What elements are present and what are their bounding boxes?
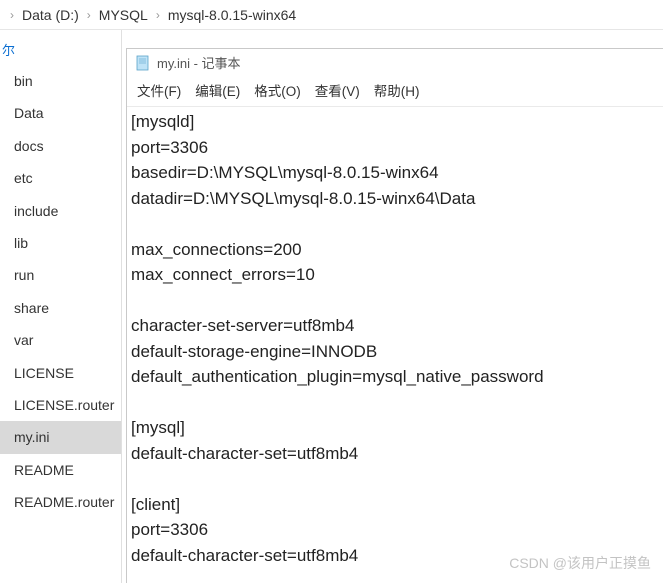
- notepad-icon: [135, 55, 151, 71]
- file-list-sidebar: 尔 binDatadocsetcincludelibrunsharevarLIC…: [0, 30, 122, 583]
- file-item[interactable]: Data: [0, 97, 121, 129]
- breadcrumb: › Data (D:) › MYSQL › mysql-8.0.15-winx6…: [0, 0, 663, 30]
- file-item[interactable]: my.ini: [0, 421, 121, 453]
- menu-format[interactable]: 格式(O): [254, 80, 301, 100]
- chevron-icon: ›: [85, 8, 93, 22]
- sidebar-header: 尔: [0, 36, 121, 65]
- menu-edit[interactable]: 编辑(E): [195, 80, 240, 100]
- chevron-icon: ›: [8, 8, 16, 22]
- menu-help[interactable]: 帮助(H): [374, 80, 420, 100]
- breadcrumb-item[interactable]: Data (D:): [22, 7, 79, 23]
- notepad-menubar: 文件(F) 编辑(E) 格式(O) 查看(V) 帮助(H): [127, 76, 663, 106]
- file-item[interactable]: LICENSE.router: [0, 389, 121, 421]
- notepad-title: my.ini - 记事本: [157, 53, 241, 72]
- notepad-content[interactable]: [mysqld] port=3306 basedir=D:\MYSQL\mysq…: [127, 106, 663, 583]
- file-item[interactable]: README.router: [0, 486, 121, 518]
- menu-file[interactable]: 文件(F): [137, 80, 181, 100]
- notepad-titlebar: my.ini - 记事本: [127, 49, 663, 76]
- breadcrumb-item[interactable]: MYSQL: [99, 7, 148, 23]
- file-item[interactable]: var: [0, 324, 121, 356]
- file-item[interactable]: etc: [0, 162, 121, 194]
- menu-view[interactable]: 查看(V): [315, 80, 360, 100]
- file-item[interactable]: README: [0, 454, 121, 486]
- file-item[interactable]: include: [0, 195, 121, 227]
- chevron-icon: ›: [154, 8, 162, 22]
- file-item[interactable]: lib: [0, 227, 121, 259]
- file-item[interactable]: docs: [0, 130, 121, 162]
- file-item[interactable]: run: [0, 259, 121, 291]
- notepad-window: my.ini - 记事本 文件(F) 编辑(E) 格式(O) 查看(V) 帮助(…: [126, 48, 663, 583]
- file-item[interactable]: share: [0, 292, 121, 324]
- file-item[interactable]: bin: [0, 65, 121, 97]
- breadcrumb-item[interactable]: mysql-8.0.15-winx64: [168, 7, 296, 23]
- file-item[interactable]: LICENSE: [0, 357, 121, 389]
